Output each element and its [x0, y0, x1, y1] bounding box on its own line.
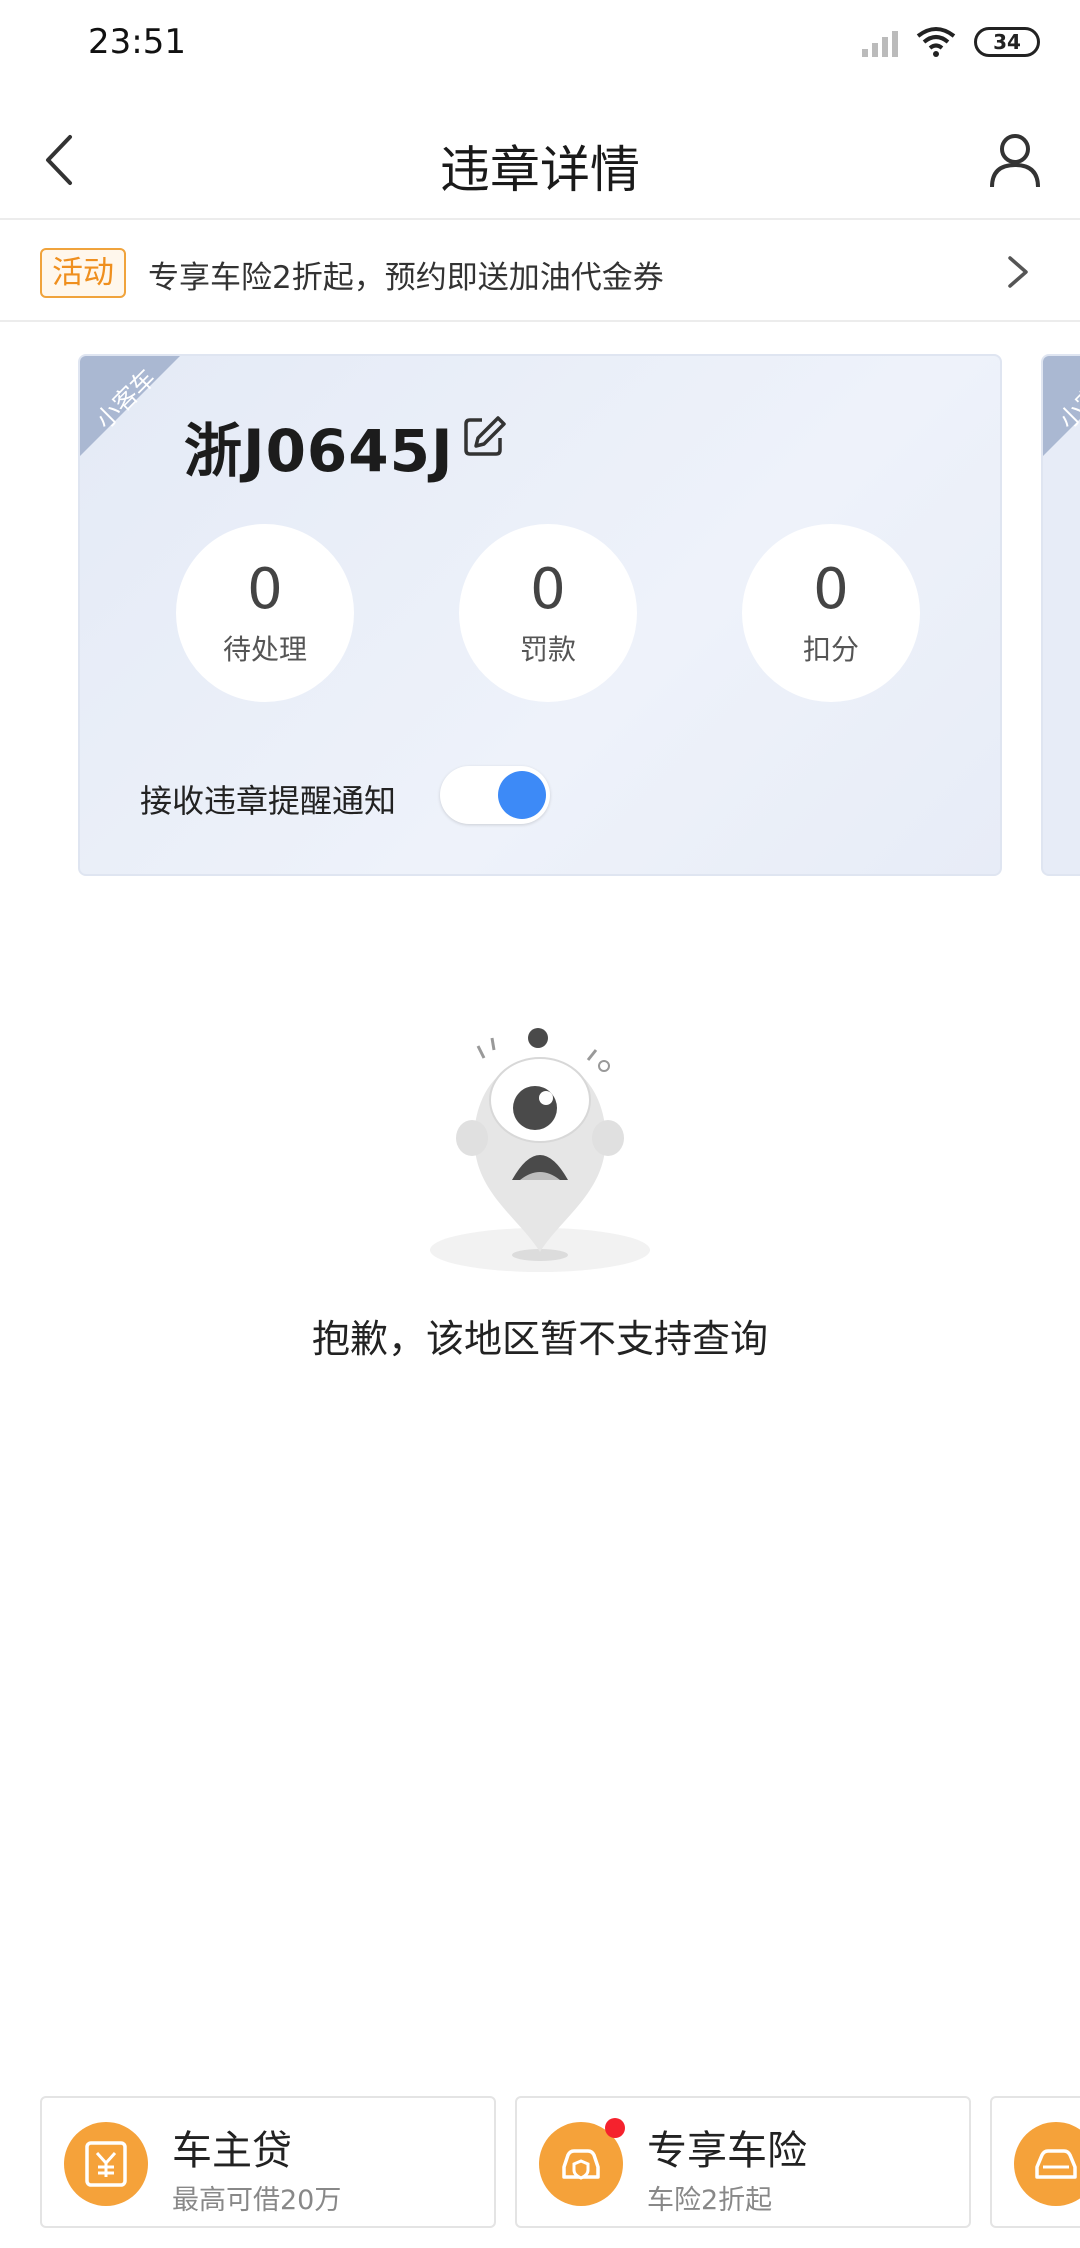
loan-icon: [64, 2122, 148, 2206]
service-card-loan[interactable]: 车主贷 最高可借20万: [40, 2096, 496, 2228]
stat-fine[interactable]: 0 罚款: [459, 524, 637, 702]
promo-text: 专享车险2折起，预约即送加油代金券: [148, 260, 664, 296]
chevron-right-icon: [1008, 256, 1028, 288]
notify-label: 接收违章提醒通知: [140, 782, 397, 820]
promo-banner[interactable]: 活动 专享车险2折起，预约即送加油代金券: [0, 222, 1080, 322]
page-title: 违章详情: [440, 141, 640, 199]
service-card-partial[interactable]: [990, 2096, 1080, 2228]
notification-dot: [605, 2118, 625, 2138]
battery-icon: 34: [974, 27, 1040, 57]
status-icons: 34: [862, 26, 1040, 58]
stat-points-value: 0: [813, 557, 849, 622]
notify-toggle[interactable]: [440, 766, 550, 824]
empty-message: 抱歉，该地区暂不支持查询: [311, 1317, 768, 1361]
user-icon[interactable]: [980, 125, 1050, 195]
car-service-icon: [1014, 2122, 1080, 2206]
plate-number: 浙J0645J: [184, 417, 454, 485]
service-title-loan: 车主贷: [172, 2128, 292, 2174]
stat-points[interactable]: 0 扣分: [742, 524, 920, 702]
status-bar: 23:51 34: [0, 0, 1080, 90]
signal-icon: [862, 27, 898, 57]
status-time: 23:51: [88, 22, 186, 62]
toggle-knob: [498, 771, 546, 819]
service-title-insurance: 专享车险: [647, 2128, 807, 2174]
stat-pending-value: 0: [247, 557, 283, 622]
stat-pending-label: 待处理: [222, 633, 307, 666]
violation-stats: 0 待处理 0 罚款 0 扣分: [176, 524, 920, 702]
crying-mascot-icon: [430, 1028, 650, 1272]
stat-pending[interactable]: 0 待处理: [176, 524, 354, 702]
nav-bar: 违章详情: [0, 100, 1080, 220]
next-car-card[interactable]: 小客车: [1041, 354, 1080, 876]
stat-fine-label: 罚款: [519, 633, 576, 666]
wifi-icon: [916, 27, 956, 57]
service-subtitle-insurance: 车险2折起: [647, 2185, 773, 2216]
service-card-insurance[interactable]: 专享车险 车险2折起: [515, 2096, 971, 2228]
car-card[interactable]: 小客车 浙J0645J 0 待处理 0 罚款 0 扣分 接收违章提醒通知: [78, 354, 1002, 876]
service-subtitle-loan: 最高可借20万: [172, 2185, 342, 2216]
edit-icon[interactable]: [460, 412, 508, 460]
stat-points-label: 扣分: [802, 633, 859, 666]
stat-fine-value: 0: [530, 557, 566, 622]
promo-tag: 活动: [40, 248, 126, 298]
